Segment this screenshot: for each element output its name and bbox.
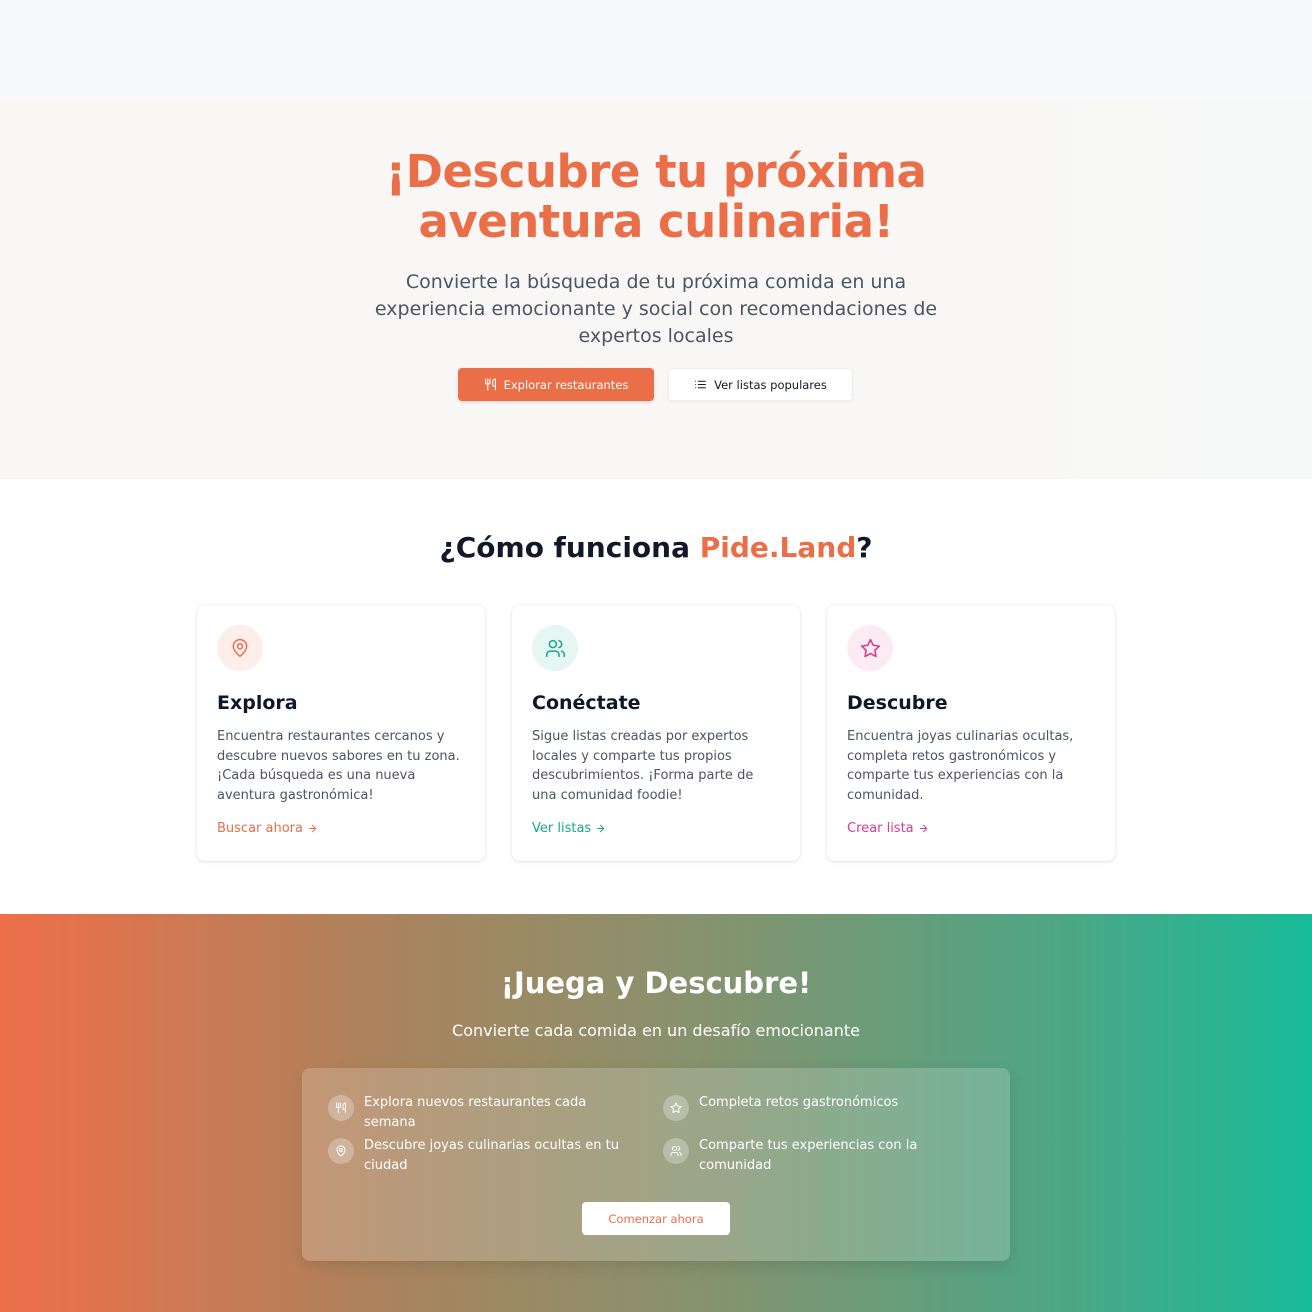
game-feature-text: Explora nuevos restaurantes cada semana [364,1095,587,1130]
list-icon [694,378,707,391]
search-now-link[interactable]: Buscar ahora [217,821,318,836]
arrow-right-icon [596,824,605,833]
card-description: Encuentra joyas culinarias ocultas, comp… [847,729,1074,803]
game-feature-text: Comparte tus experiencias con la comunid… [699,1138,918,1173]
hero-subtitle: Convierte la búsqueda de tu próxima comi… [374,271,938,347]
card-description: Encuentra restaurantes cercanos y descub… [217,729,460,803]
card-title: Conéctate [532,692,641,714]
game-feature-text: Completa retos gastronómicos [699,1095,899,1110]
feature-card-conectate: Conéctate Sigue listas creadas por exper… [512,605,800,861]
game-subtitle: Convierte cada comida en un desafío emoc… [452,1021,860,1040]
card-icon-circle [847,625,893,671]
popular-lists-label: Ver listas populares [714,377,827,392]
card-link-label: Buscar ahora [217,821,303,836]
feature-card-explora: Explora Encuentra restaurantes cercanos … [197,605,485,861]
play-and-discover-section: ¡Juega y Descubre! Convierte cada comida… [0,914,1312,1312]
game-feature-item: Completa retos gastronómicos [663,1093,969,1121]
view-lists-link[interactable]: Ver listas [532,821,606,836]
game-feature-item: Comparte tus experiencias con la comunid… [663,1136,969,1176]
brand-name: Pide.Land [699,531,857,564]
hero-title: ¡Descubre tu próxima aventura culinaria! [0,147,1312,247]
users-icon [663,1138,689,1164]
map-pin-icon [328,1138,354,1164]
game-feature-item: Descubre joyas culinarias ocultas en tu … [328,1136,634,1176]
card-icon-circle [217,625,263,671]
game-title: ¡Juega y Descubre! [500,966,812,1000]
card-link-label: Ver listas [532,821,592,836]
star-icon [860,638,880,657]
card-title: Descubre [847,692,948,714]
how-title-prefix: ¿Cómo funciona [439,531,700,564]
map-pin-icon [232,638,248,658]
how-it-works-section: ¿Cómo funciona Pide.Land? Explora Encuen… [0,479,1312,914]
start-now-button[interactable]: Comenzar ahora [582,1202,730,1235]
card-link-label: Crear lista [847,821,914,836]
hero-title-line1: ¡Descubre tu próxima [385,145,927,198]
how-title-suffix: ? [856,531,873,564]
hero-actions: Explorar restaurantes Ver listas popular… [0,368,1312,401]
how-it-works-title: ¿Cómo funciona Pide.Land? [0,529,1312,567]
explore-restaurants-label: Explorar restaurantes [503,377,629,392]
card-icon-circle [532,625,578,671]
hero-section: ¡Descubre tu próxima aventura culinaria!… [0,0,1312,479]
game-feature-item: Explora nuevos restaurantes cada semana [328,1093,634,1133]
explore-restaurants-button[interactable]: Explorar restaurantes [458,368,654,401]
star-icon [663,1095,689,1121]
arrow-right-icon [308,824,317,833]
utensils-icon [328,1095,354,1121]
arrow-right-icon [919,824,927,833]
utensils-icon [484,378,497,391]
users-icon [545,639,565,657]
game-features-panel: Explora nuevos restaurantes cada semana … [302,1068,1010,1261]
feature-card-descubre: Descubre Encuentra joyas culinarias ocul… [827,605,1115,861]
card-description: Sigue listas creadas por expertos locale… [532,729,754,803]
create-list-link[interactable]: Crear lista [847,821,929,836]
card-title: Explora [217,692,298,714]
popular-lists-button[interactable]: Ver listas populares [668,368,853,401]
hero-title-line2: aventura culinaria! [418,195,895,248]
game-feature-text: Descubre joyas culinarias ocultas en tu … [364,1138,620,1173]
